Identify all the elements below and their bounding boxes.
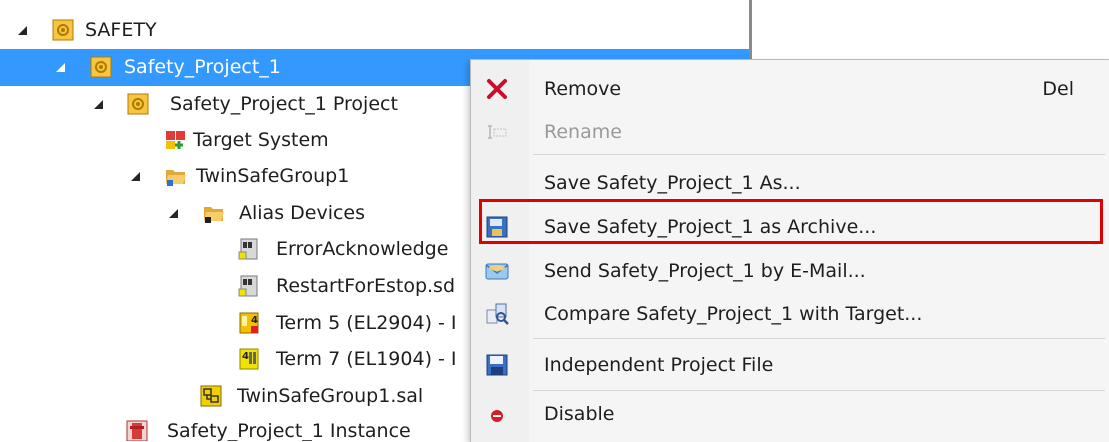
menu-item-label: Send Safety_Project_1 by E-Mail... bbox=[544, 260, 866, 282]
expanded-arrow-icon[interactable] bbox=[167, 207, 181, 221]
tree-item-safety[interactable]: SAFETY bbox=[0, 12, 749, 49]
safety-project-icon bbox=[127, 93, 149, 115]
input-terminal-icon: 4 bbox=[238, 348, 260, 370]
menu-item-remove[interactable]: Remove Del bbox=[471, 69, 1109, 109]
expanded-arrow-icon[interactable] bbox=[16, 24, 30, 38]
tree-item-label: Term 5 (EL2904) - I bbox=[276, 312, 457, 334]
safety-project-icon bbox=[90, 56, 112, 78]
archive-icon bbox=[485, 215, 509, 239]
rename-icon bbox=[485, 120, 509, 144]
menu-separator bbox=[533, 338, 1105, 339]
disable-icon bbox=[485, 402, 509, 426]
expanded-arrow-icon[interactable] bbox=[54, 61, 68, 75]
output-terminal-icon: 4 bbox=[238, 312, 260, 334]
tree-item-label: TwinSafeGroup1.sal bbox=[237, 385, 424, 407]
tree-item-label: TwinSafeGroup1 bbox=[196, 165, 350, 187]
menu-item-compare-with-target[interactable]: Compare Safety_Project_1 with Target... bbox=[471, 294, 1109, 334]
remove-icon bbox=[485, 77, 509, 101]
alias-device-icon bbox=[238, 238, 260, 260]
menu-item-label: Save Safety_Project_1 as Archive... bbox=[544, 216, 877, 238]
tree-item-label: Safety_Project_1 bbox=[124, 56, 281, 78]
tree-item-label: Safety_Project_1 Project bbox=[170, 93, 398, 115]
svg-text:4: 4 bbox=[251, 315, 258, 326]
menu-item-label: Disable bbox=[544, 403, 615, 425]
menu-item-label: Remove bbox=[544, 78, 622, 100]
menu-separator bbox=[533, 154, 1105, 155]
tree-item-label: SAFETY bbox=[85, 19, 157, 41]
menu-item-disable[interactable]: Disable bbox=[471, 394, 1109, 434]
menu-item-label: Save Safety_Project_1 As... bbox=[544, 172, 801, 194]
menu-item-label: Compare Safety_Project_1 with Target... bbox=[544, 303, 923, 325]
expanded-arrow-icon[interactable] bbox=[129, 170, 143, 184]
instance-icon bbox=[126, 420, 148, 441]
alias-device-icon bbox=[238, 275, 260, 297]
tree-item-label: Safety_Project_1 Instance bbox=[167, 420, 411, 441]
menu-item-save-as[interactable]: Save Safety_Project_1 As... bbox=[471, 163, 1109, 203]
menu-item-send-email[interactable]: Send Safety_Project_1 by E-Mail... bbox=[471, 251, 1109, 291]
folder-icon bbox=[203, 202, 225, 224]
tree-item-label: Term 7 (EL1904) - I bbox=[276, 348, 457, 370]
tree-item-label: Target System bbox=[193, 129, 329, 151]
shortcut-label: Del bbox=[1042, 78, 1074, 100]
sal-file-icon bbox=[200, 385, 222, 407]
context-menu: Remove Del Rename Save Safety_Project_1 … bbox=[470, 59, 1109, 442]
menu-item-label: Independent Project File bbox=[544, 354, 774, 376]
tree-item-label: RestartForEstop.sd bbox=[276, 275, 456, 297]
save-icon bbox=[485, 353, 509, 377]
tree-item-label: ErrorAcknowledge bbox=[276, 238, 449, 260]
email-icon bbox=[485, 259, 509, 283]
target-system-icon bbox=[165, 129, 187, 151]
menu-item-independent-project-file[interactable]: Independent Project File bbox=[471, 345, 1109, 385]
compare-icon bbox=[485, 302, 509, 326]
menu-item-label: Rename bbox=[544, 121, 622, 143]
expanded-arrow-icon[interactable] bbox=[92, 98, 106, 112]
tree-item-label: Alias Devices bbox=[239, 202, 366, 224]
safety-icon bbox=[52, 19, 74, 41]
menu-separator bbox=[533, 390, 1105, 391]
svg-text:4: 4 bbox=[242, 351, 249, 362]
menu-item-save-as-archive[interactable]: Save Safety_Project_1 as Archive... bbox=[471, 207, 1109, 247]
folder-icon bbox=[165, 165, 187, 187]
menu-item-rename[interactable]: Rename bbox=[471, 112, 1109, 152]
